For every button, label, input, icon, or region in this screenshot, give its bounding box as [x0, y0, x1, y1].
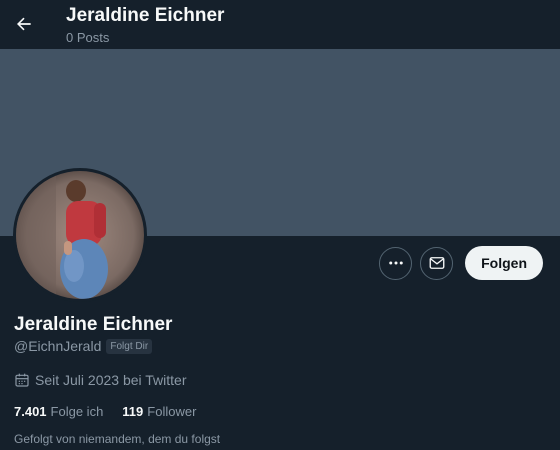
header-name: Jeraldine Eichner: [66, 5, 225, 26]
followers-count: 119: [122, 404, 144, 419]
follow-counts: 7.401 Folge ich 119 Follower: [14, 404, 215, 419]
follows-you-badge: Folgt Dir: [106, 338, 153, 354]
followers-link[interactable]: 119 Follower: [122, 404, 196, 419]
followers-label: Follower: [147, 404, 197, 419]
followed-by-text: Gefolgt von niemandem, dem du folgst: [14, 432, 221, 446]
follow-button[interactable]: Folgen: [465, 246, 543, 280]
mail-icon: [429, 257, 445, 269]
avatar-photo: [16, 171, 144, 299]
top-bar: Jeraldine Eichner 0 Posts: [0, 0, 560, 49]
join-date-text: Seit Juli 2023 bei Twitter: [35, 372, 187, 388]
profile-handle: @EichnJerald: [14, 338, 102, 354]
message-button[interactable]: [420, 246, 454, 280]
more-button[interactable]: [379, 246, 413, 280]
following-count: 7.401: [14, 404, 47, 419]
arrow-left-icon: [17, 17, 31, 31]
handle-row: @EichnJerald Folgt Dir: [14, 338, 153, 354]
header-post-count: 0 Posts: [66, 30, 110, 45]
avatar[interactable]: [13, 168, 147, 302]
following-link[interactable]: 7.401 Folge ich: [14, 404, 103, 419]
following-label: Folge ich: [50, 404, 104, 419]
more-icon: [388, 261, 403, 265]
back-button[interactable]: [10, 10, 38, 38]
profile-actions: Folgen: [379, 246, 543, 280]
calendar-icon: [15, 373, 29, 387]
join-date: Seit Juli 2023 bei Twitter: [14, 372, 187, 388]
profile-name: Jeraldine Eichner: [14, 314, 173, 335]
